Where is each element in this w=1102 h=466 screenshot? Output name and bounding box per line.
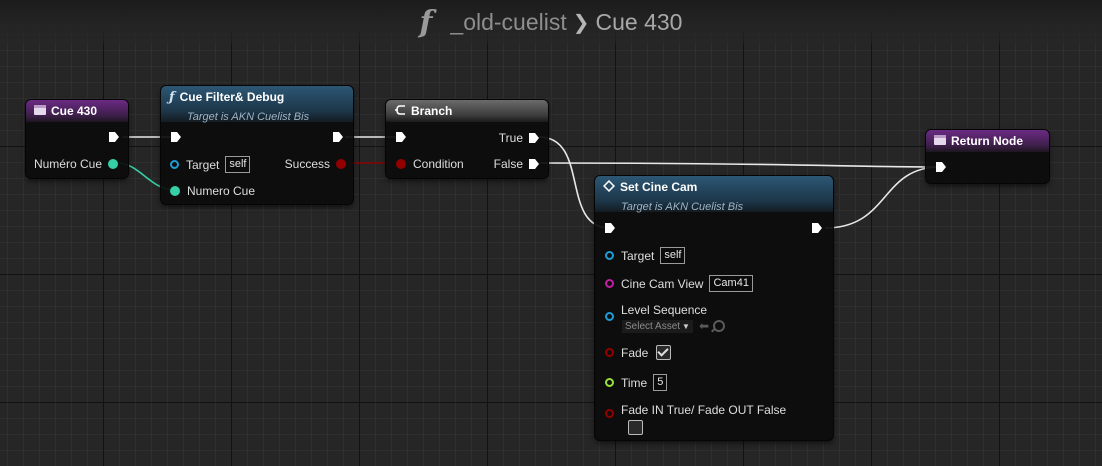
branch-false-label: False [493, 157, 523, 171]
breadcrumb-current[interactable]: Cue 430 [596, 9, 683, 36]
set-cine-cam-header[interactable]: Set Cine Cam Target is AKN Cuelist Bis [595, 176, 833, 213]
function-icon: f [419, 4, 433, 40]
branch-false-row: False [494, 157, 540, 171]
breadcrumb-graph-name[interactable]: _old-cuelist [450, 9, 566, 36]
browse-search-icon[interactable] [713, 320, 726, 332]
cue-filter-success-label: Success [284, 157, 330, 171]
branch-false-exec-pin[interactable] [528, 158, 540, 170]
fade-in-out-checkbox[interactable] [628, 420, 643, 435]
bool-pin[interactable] [396, 159, 406, 169]
cue-filter-numero-cue-row: Numero Cue [170, 184, 255, 198]
wire-layer [116, 136, 941, 229]
object-pin[interactable] [605, 312, 614, 321]
cue-filter-numero-cue-label: Numero Cue [187, 184, 256, 198]
cue-filter-target-row: Target self [170, 156, 251, 173]
float-pin[interactable] [605, 378, 614, 387]
graph-title-bar: f _old-cuelist ❯ Cue 430 [0, 0, 1102, 44]
branch-node[interactable]: Branch True Condition False [386, 100, 548, 178]
bool-pin[interactable] [336, 159, 346, 169]
branch-true-label: True [498, 131, 523, 145]
fade-label: Fade [621, 345, 649, 360]
set-cine-cam-exec-in-pin[interactable] [604, 222, 616, 234]
object-pin[interactable] [605, 279, 614, 288]
diamond-icon [602, 177, 616, 199]
branch-header[interactable]: Branch [386, 100, 548, 122]
fade-in-out-row: Fade IN True/ Fade OUT False [605, 403, 786, 438]
branch-true-row: True [499, 131, 540, 145]
branch-true-exec-pin[interactable] [528, 132, 540, 144]
cue430-title: Cue 430 [51, 104, 98, 118]
breadcrumb-chevron-icon: ❯ [572, 11, 590, 34]
time-label: Time [621, 375, 648, 390]
set-cine-cam-target-label: Target [621, 248, 655, 263]
set-cine-cam-target-value[interactable]: self [660, 247, 686, 264]
object-pin[interactable] [170, 160, 179, 169]
chevron-down-icon: ▼ [682, 321, 690, 331]
return-node[interactable]: Return Node [926, 130, 1049, 183]
return-node-exec-in-pin[interactable] [935, 161, 947, 173]
cue430-numero-cue-row: Numéro Cue [34, 157, 118, 171]
level-sequence-row: Level Sequence Select Asset ▼ ⬅ [605, 303, 726, 333]
set-cine-cam-exec-out-pin[interactable] [811, 222, 823, 234]
cue-filter-target-label: Target [186, 157, 220, 172]
cue-filter-exec-out-pin[interactable] [332, 131, 344, 143]
cue430-header[interactable]: Cue 430 [26, 100, 128, 122]
select-asset-label: Select Asset [625, 320, 681, 332]
bool-pin[interactable] [605, 348, 614, 357]
event-icon [934, 131, 946, 153]
time-value[interactable]: 5 [653, 374, 668, 391]
cue430-node[interactable]: Cue 430 Numéro Cue [26, 100, 128, 178]
cue430-exec-out-pin[interactable] [108, 131, 120, 143]
set-cine-cam-target-row: Target self [605, 247, 686, 264]
cue-filter-subtitle: Target is AKN Cuelist Bis [187, 111, 310, 123]
cue-filter-target-value[interactable]: self [225, 156, 251, 173]
level-sequence-label: Level Sequence [621, 303, 708, 317]
cine-cam-view-label: Cine Cam View [621, 276, 704, 291]
cine-cam-view-row: Cine Cam View Cam41 [605, 275, 753, 292]
set-cine-cam-node[interactable]: Set Cine Cam Target is AKN Cuelist Bis T… [595, 176, 833, 440]
exec-wire-setcinecam-return [824, 166, 941, 229]
select-asset-dropdown[interactable]: Select Asset ▼ [622, 319, 693, 333]
float-pin[interactable] [170, 186, 180, 196]
cue-filter-debug-node[interactable]: ƒ Cue Filter& Debug Target is AKN Cuelist… [161, 86, 353, 204]
branch-condition-label: Condition [413, 157, 464, 171]
branch-title: Branch [411, 104, 453, 118]
bool-pin[interactable] [605, 409, 614, 418]
cue-filter-exec-in-pin[interactable] [170, 131, 182, 143]
return-node-title: Return Node [951, 134, 1023, 148]
use-selected-arrow-icon[interactable]: ⬅ [699, 319, 709, 333]
set-cine-cam-subtitle: Target is AKN Cuelist Bis [621, 201, 744, 213]
return-node-header[interactable]: Return Node [926, 130, 1049, 152]
event-icon [34, 101, 46, 123]
fade-in-out-label: Fade IN True/ Fade OUT False [621, 403, 787, 417]
set-cine-cam-title: Set Cine Cam [620, 180, 698, 194]
object-pin[interactable] [605, 251, 614, 260]
float-pin[interactable] [108, 159, 118, 169]
fade-row: Fade [605, 345, 672, 360]
cue430-numero-cue-label: Numéro Cue [33, 157, 102, 171]
branch-icon [394, 101, 406, 123]
cue-filter-header[interactable]: ƒ Cue Filter& Debug Target is AKN Cuelist… [161, 86, 353, 123]
branch-condition-row: Condition [396, 157, 464, 171]
cine-cam-view-value[interactable]: Cam41 [709, 275, 753, 292]
fade-checkbox[interactable] [656, 345, 672, 360]
branch-exec-in-pin[interactable] [395, 131, 407, 143]
cue-filter-success-row: Success [285, 157, 346, 171]
function-icon: ƒ [169, 89, 175, 105]
cue-filter-title: Cue Filter& Debug [179, 90, 285, 104]
time-row: Time 5 [605, 374, 668, 391]
exec-wire-false-return [538, 162, 941, 168]
